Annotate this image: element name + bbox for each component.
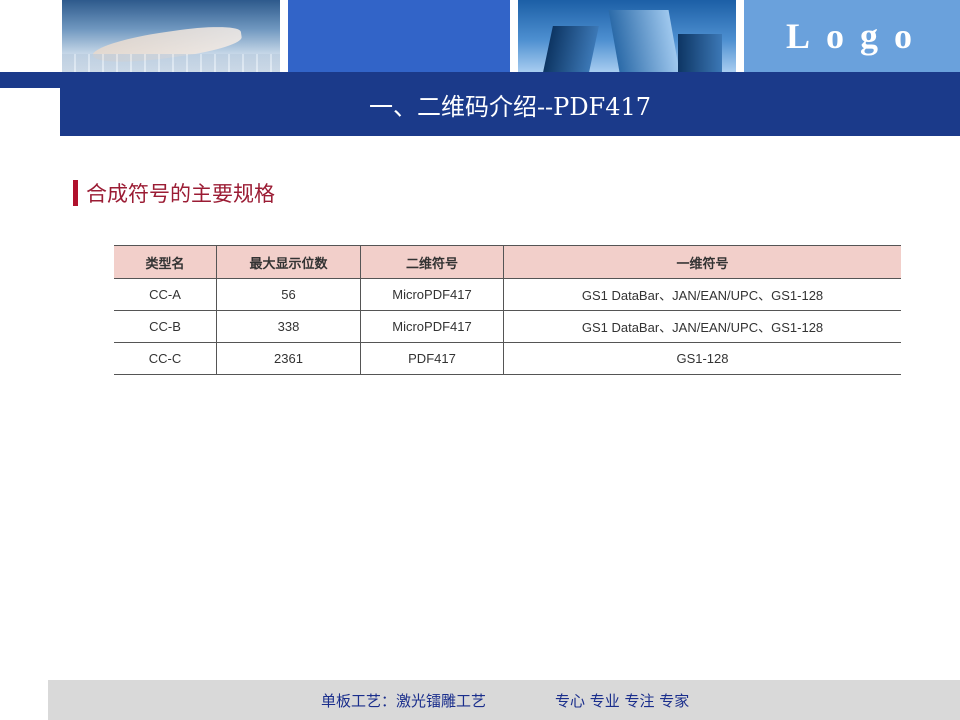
table-header-row: 类型名 最大显示位数 二维符号 一维符号 <box>114 245 901 279</box>
table-cell: PDF417 <box>360 342 504 375</box>
title-bar-left-strip <box>0 72 62 88</box>
slide-title: 一、二维码介绍--PDF417 <box>368 92 652 121</box>
column-header: 二维符号 <box>360 245 504 279</box>
column-header: 一维符号 <box>503 245 901 279</box>
section-marker-bar <box>73 180 78 206</box>
header-image-hands <box>62 0 280 72</box>
spec-table: 类型名 最大显示位数 二维符号 一维符号 CC-A 56 MicroPDF417… <box>114 245 901 375</box>
footer-bar: 单板工艺：激光镭雕工艺 专心 专业 专注 专家 <box>48 680 960 720</box>
table-cell: GS1 DataBar、JAN/EAN/UPC、GS1-128 <box>503 310 901 343</box>
logo: Logo <box>744 0 960 72</box>
table-cell: MicroPDF417 <box>360 278 504 311</box>
table-row: CC-B 338 MicroPDF417 GS1 DataBar、JAN/EAN… <box>114 310 901 343</box>
section-heading-text: 合成符号的主要规格 <box>86 182 275 206</box>
header-image-blue <box>288 0 510 72</box>
column-header: 类型名 <box>114 245 217 279</box>
table-cell: 56 <box>216 278 361 311</box>
header-image-buildings <box>518 0 736 72</box>
column-header: 最大显示位数 <box>216 245 361 279</box>
footer-slogan: 专心 专业 专注 专家 <box>555 692 690 710</box>
table-cell: 338 <box>216 310 361 343</box>
table-cell: MicroPDF417 <box>360 310 504 343</box>
table-cell: GS1 DataBar、JAN/EAN/UPC、GS1-128 <box>503 278 901 311</box>
table-cell: CC-A <box>114 278 217 311</box>
slide-title-bar: 一、二维码介绍--PDF417 <box>60 72 960 136</box>
footer-process-text: 单板工艺：激光镭雕工艺 <box>321 692 487 710</box>
table-cell: CC-B <box>114 310 217 343</box>
table-cell: 2361 <box>216 342 361 375</box>
section-heading: 合成符号的主要规格 <box>73 178 275 208</box>
table-row: CC-A 56 MicroPDF417 GS1 DataBar、JAN/EAN/… <box>114 278 901 311</box>
table-cell: CC-C <box>114 342 217 375</box>
table-row: CC-C 2361 PDF417 GS1-128 <box>114 342 901 375</box>
table-cell: GS1-128 <box>503 342 901 375</box>
